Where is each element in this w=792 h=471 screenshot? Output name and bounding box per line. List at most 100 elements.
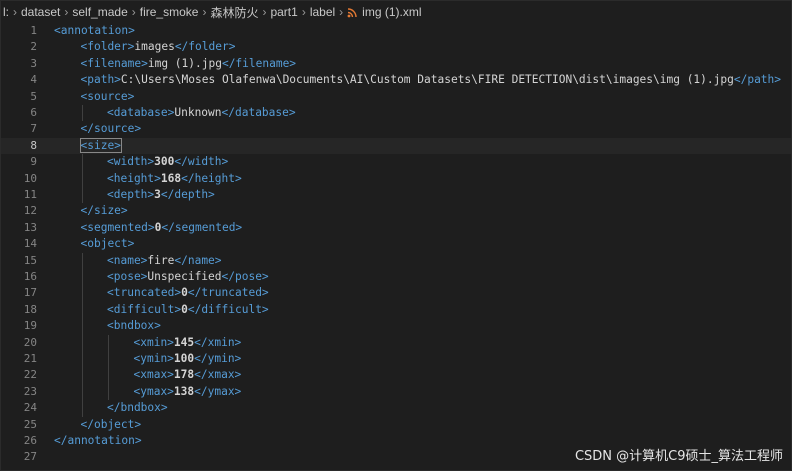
code-line[interactable]: 7 </source> <box>1 121 791 137</box>
code-line[interactable]: 21 <ymin>100</ymin> <box>1 351 791 367</box>
line-number: 18 <box>23 302 37 316</box>
line-number: 6 <box>30 106 37 119</box>
code-text[interactable]: <source> <box>81 89 135 105</box>
indent-guide <box>81 154 83 204</box>
code-text[interactable]: </object> <box>81 417 142 433</box>
line-number: 19 <box>23 319 37 333</box>
line-number: 25 <box>23 417 37 431</box>
code-text[interactable]: <xmax>178</xmax> <box>134 367 242 383</box>
line-number: 17 <box>23 286 37 300</box>
code-text[interactable]: <database>Unknown</database> <box>107 105 296 121</box>
line-number: 22 <box>23 368 37 382</box>
indent-guide <box>81 252 83 417</box>
line-number: 4 <box>30 73 37 87</box>
code-line[interactable]: 24 </bndbox> <box>1 400 791 416</box>
code-line[interactable]: 15 <name>fire</name> <box>1 253 791 269</box>
code-text[interactable]: <object> <box>81 236 135 252</box>
editor-window: l: › dataset › self_made › fire_smoke › … <box>0 0 792 471</box>
code-line[interactable]: 17 <truncated>0</truncated> <box>1 285 791 301</box>
chevron-right-icon: › <box>64 5 69 19</box>
code-line[interactable]: 8 <size> <box>1 137 791 155</box>
breadcrumb-item-drive[interactable]: l: <box>3 5 9 19</box>
code-text[interactable]: </bndbox> <box>107 400 168 416</box>
breadcrumb-item-file[interactable]: img (1).xml <box>362 5 421 19</box>
code-text[interactable]: <ymin>100</ymin> <box>134 351 242 367</box>
code-line[interactable]: 11 <depth>3</depth> <box>1 187 791 203</box>
line-number: 2 <box>30 40 37 54</box>
line-number: 1 <box>30 24 37 37</box>
code-line[interactable]: 22 <xmax>178</xmax> <box>1 367 791 383</box>
code-line[interactable]: 9 <width>300</width> <box>1 154 791 170</box>
watermark: CSDN @计算机C9硕士_算法工程师 <box>574 449 783 464</box>
line-number: 7 <box>30 122 37 136</box>
code-text[interactable]: <path>C:\Users\Moses Olafenwa\Documents\… <box>81 72 782 88</box>
code-line[interactable]: 18 <difficult>0</difficult> <box>1 302 791 318</box>
code-text[interactable]: <difficult>0</difficult> <box>107 302 269 318</box>
line-number: 15 <box>23 253 37 267</box>
line-number: 8 <box>30 138 37 152</box>
code-text[interactable]: <segmented>0</segmented> <box>81 220 243 236</box>
code-text[interactable]: <height>168</height> <box>107 171 242 187</box>
chevron-right-icon: › <box>339 5 344 19</box>
code-text[interactable]: <xmin>145</xmin> <box>134 335 242 351</box>
code-text[interactable]: </annotation> <box>54 433 142 449</box>
line-number: 27 <box>23 450 37 464</box>
code-text[interactable]: <pose>Unspecified</pose> <box>107 269 269 285</box>
code-text[interactable]: <name>fire</name> <box>107 253 222 269</box>
chevron-right-icon: › <box>202 5 207 19</box>
line-number: 12 <box>23 204 37 218</box>
code-text[interactable]: </size> <box>81 203 128 219</box>
breadcrumb-item-label[interactable]: label <box>310 5 335 19</box>
code-line[interactable]: 2 <folder>images</folder> <box>1 39 791 55</box>
code-line[interactable]: 16 <pose>Unspecified</pose> <box>1 269 791 285</box>
line-number: 16 <box>23 270 37 283</box>
code-text[interactable]: <bndbox> <box>107 318 161 334</box>
code-line[interactable]: 19 <bndbox> <box>1 318 791 334</box>
line-number: 9 <box>30 155 37 169</box>
code-editor[interactable]: 1 <annotation> 2 <folder>images</folder> 3 <f… <box>1 23 791 470</box>
code-line[interactable]: 4 <path>C:\Users\Moses Olafenwa\Documents… <box>1 72 791 88</box>
code-line[interactable]: 1 <annotation> <box>1 23 791 39</box>
code-text[interactable]: </source> <box>81 121 142 137</box>
code-text[interactable]: <depth>3</depth> <box>107 187 215 203</box>
code-line[interactable]: 3 <filename>img (1).jpg</filename> <box>1 56 791 72</box>
code-text[interactable]: <width>300</width> <box>107 154 228 170</box>
code-text[interactable]: <size> <box>79 137 122 154</box>
chevron-right-icon: › <box>13 5 17 19</box>
rss-icon <box>347 7 357 18</box>
line-number: 23 <box>23 384 37 398</box>
line-number: 24 <box>23 401 37 415</box>
line-number: 21 <box>23 352 37 365</box>
code-line[interactable]: 14 <object> <box>1 236 791 252</box>
code-line[interactable]: 23 <ymax>138</ymax> <box>1 384 791 400</box>
indent-guide <box>81 105 83 122</box>
code-text[interactable]: <filename>img (1).jpg</filename> <box>81 56 297 72</box>
code-line[interactable]: 13 <segmented>0</segmented> <box>1 220 791 236</box>
breadcrumb: l: › dataset › self_made › fire_smoke › … <box>1 1 791 23</box>
code-line[interactable]: 25 </object> <box>1 417 791 433</box>
code-text[interactable]: <folder>images</folder> <box>81 39 236 55</box>
code-line[interactable]: 5 <source> <box>1 89 791 105</box>
breadcrumb-item-forest-fire[interactable]: 森林防火 <box>210 4 258 21</box>
breadcrumb-item-fire-smoke[interactable]: fire_smoke <box>140 5 199 19</box>
chevron-right-icon: › <box>262 5 267 19</box>
line-number: 5 <box>30 89 37 103</box>
line-number: 13 <box>23 220 37 234</box>
chevron-right-icon: › <box>131 5 136 19</box>
indent-guide <box>108 334 109 401</box>
code-text[interactable]: <annotation> <box>54 23 135 39</box>
code-text[interactable]: <ymax>138</ymax> <box>134 384 242 400</box>
line-number: 10 <box>23 171 37 185</box>
code-line[interactable]: 12 </size> <box>1 203 791 219</box>
line-number: 26 <box>23 434 37 447</box>
code-line[interactable]: 10 <height>168</height> <box>1 171 791 187</box>
breadcrumb-item-self-made[interactable]: self_made <box>72 5 127 19</box>
code-line[interactable]: 20 <xmin>145</xmin> <box>1 335 791 351</box>
breadcrumb-item-part1[interactable]: part1 <box>270 5 297 19</box>
line-number: 3 <box>30 56 37 70</box>
breadcrumb-item-dataset[interactable]: dataset <box>21 5 60 19</box>
line-number: 20 <box>23 335 37 349</box>
code-text[interactable]: <truncated>0</truncated> <box>107 285 269 301</box>
line-number: 11 <box>23 188 37 201</box>
code-line[interactable]: 6 <database>Unknown</database> <box>1 105 791 121</box>
